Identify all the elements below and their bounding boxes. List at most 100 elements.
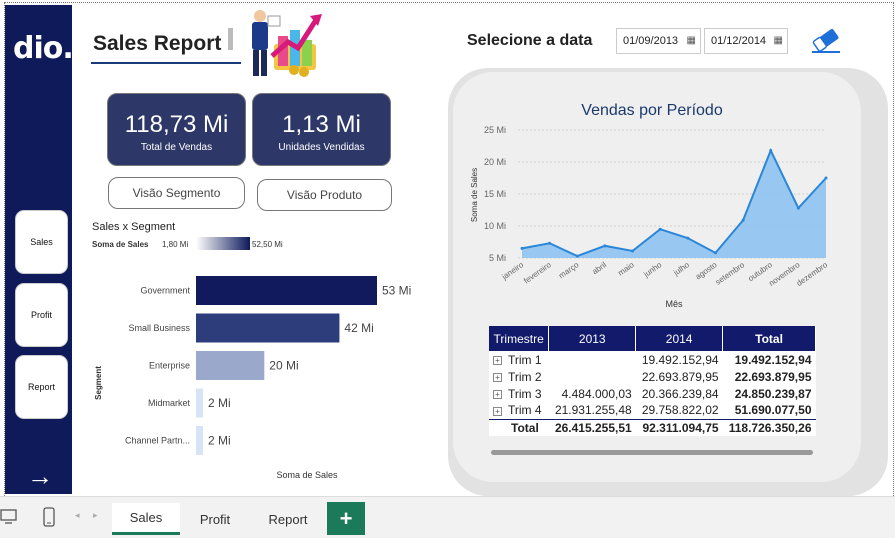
legend-max: 52,50 Mi [252,240,283,249]
chart-title: Sales x Segment [92,221,175,233]
tab-profit[interactable]: Profit [181,503,249,535]
kpi-value: 118,73 Mi [124,111,229,138]
expand-icon[interactable]: + [493,355,502,365]
arrow-right-icon[interactable]: → [27,463,53,489]
table-header-cell[interactable]: Total [722,326,816,351]
start-date-input[interactable]: 01/09/2013 ▦ [616,28,701,54]
tab-report[interactable]: Report [250,503,326,535]
quarterly-sales-table: Trimestre 2013 2014 Total + Trim 1 19.492… [489,326,816,436]
date-filter-title: Selecione a data [467,32,593,49]
data-point[interactable] [769,148,773,152]
data-label: 20 Mi [269,359,298,373]
eraser-icon[interactable] [808,26,844,54]
table-cell [548,351,636,368]
tab-label: Report [268,511,308,527]
nav-button-report[interactable]: Report [15,355,68,419]
data-point[interactable] [741,218,745,222]
category-label: Midmarket [148,398,191,408]
table-header-row: Trimestre 2013 2014 Total [489,326,816,351]
segment-bar-chart: Sales x Segment Soma de Sales 1,80 Mi 52… [92,221,411,480]
bar[interactable] [196,276,377,305]
data-point[interactable] [796,206,800,210]
data-point[interactable] [686,236,690,240]
kpi-total-vendas: 118,73 Mi Total de Vendas [107,93,246,166]
x-tick-label: março [557,260,581,280]
table-header-cell[interactable]: Trimestre [489,326,550,351]
left-nav: dio. Sales Profit Report → [5,5,74,494]
data-point[interactable] [548,241,552,245]
category-label: Enterprise [149,361,190,371]
data-label: 2 Mi [208,434,231,448]
row-label-cell: + Trim 4 [489,402,549,419]
x-tick-label: abril [591,260,609,276]
row-label: Total [489,418,549,436]
visao-produto-button[interactable]: Visão Produto [257,179,392,211]
table-cell: 21.931.255,48 [548,402,636,419]
x-tick-label: dezembro [795,260,830,288]
bar[interactable] [196,313,340,343]
table-header-cell[interactable]: 2013 [548,326,637,351]
expand-icon[interactable]: + [493,406,502,416]
nav-label: Profit [30,310,52,320]
table-cell: 20.366.239,84 [635,385,723,402]
end-date-value: 01/12/2014 [711,35,767,47]
mobile-view-icon[interactable] [43,507,55,527]
legend-gradient [196,237,250,250]
nav-button-profit[interactable]: Profit [15,283,68,347]
title-accent-bar [228,28,233,50]
table-cell: 4.484.000,03 [548,385,636,402]
data-point[interactable] [603,244,607,248]
data-label: 2 Mi [208,396,231,410]
scroll-left-icon[interactable]: ◂ [75,510,80,521]
data-point[interactable] [631,249,635,253]
area-fill [522,150,826,258]
nav-label: Report [27,382,55,392]
y-tick-label: 10 Mi [484,221,506,231]
y-axis-title: Soma de Sales [470,168,479,222]
table-cell: 26.415.255,51 [548,418,636,436]
add-page-button[interactable]: + [327,502,365,535]
table-cell: 24.850.239,87 [722,385,816,402]
expand-icon[interactable]: + [493,389,502,399]
nav-label: Sales [30,237,53,247]
bar[interactable] [196,351,265,380]
x-axis-title: Soma de Sales [276,470,338,480]
row-label-cell: + Trim 1 [489,351,549,368]
table-cell [548,368,636,385]
scroll-right-icon[interactable]: ▸ [93,510,98,521]
data-point[interactable] [658,227,662,231]
page-title: Sales Report [93,32,222,55]
desktop-view-icon[interactable] [0,509,18,525]
visao-segmento-button[interactable]: Visão Segmento [108,177,245,209]
x-tick-label: junho [641,260,663,279]
calendar-icon[interactable]: ▦ [687,35,696,46]
tab-label: Profit [199,511,231,527]
kpi-label: Total de Vendas [140,142,213,153]
row-label-cell: + Trim 2 [489,368,549,385]
table-cell: 92.311.094,75 [635,418,723,436]
x-tick-label: setembro [714,260,747,287]
page-tab-bar: ◂ ▸ Sales Profit Report + [0,496,895,538]
tab-sales[interactable]: Sales [112,503,180,535]
table-horizontal-scrollbar[interactable] [491,450,813,455]
bar[interactable] [196,426,203,455]
category-label: Channel Partn... [125,436,190,446]
kpi-value: 1,13 Mi [282,111,361,138]
data-label: 53 Mi [382,284,411,298]
data-point[interactable] [520,246,524,250]
calendar-icon[interactable]: ▦ [774,35,783,46]
data-point[interactable] [575,254,579,258]
bar[interactable] [196,388,203,418]
row-label-cell: + Trim 3 [489,385,549,402]
row-label: Trim 4 [508,403,542,418]
expand-icon[interactable]: + [493,372,502,382]
data-point[interactable] [713,251,717,255]
table-cell: 29.758.822,02 [635,402,723,419]
legend-min: 1,80 Mi [162,240,188,249]
nav-button-sales[interactable]: Sales [15,210,68,274]
businessman-chart-illustration [252,10,322,77]
table-row: + Trim 2 22.693.879,95 22.693.879,95 [489,368,816,385]
end-date-input[interactable]: 01/12/2014 ▦ [704,28,788,54]
table-header-cell[interactable]: 2014 [635,326,724,351]
data-point[interactable] [824,176,828,180]
